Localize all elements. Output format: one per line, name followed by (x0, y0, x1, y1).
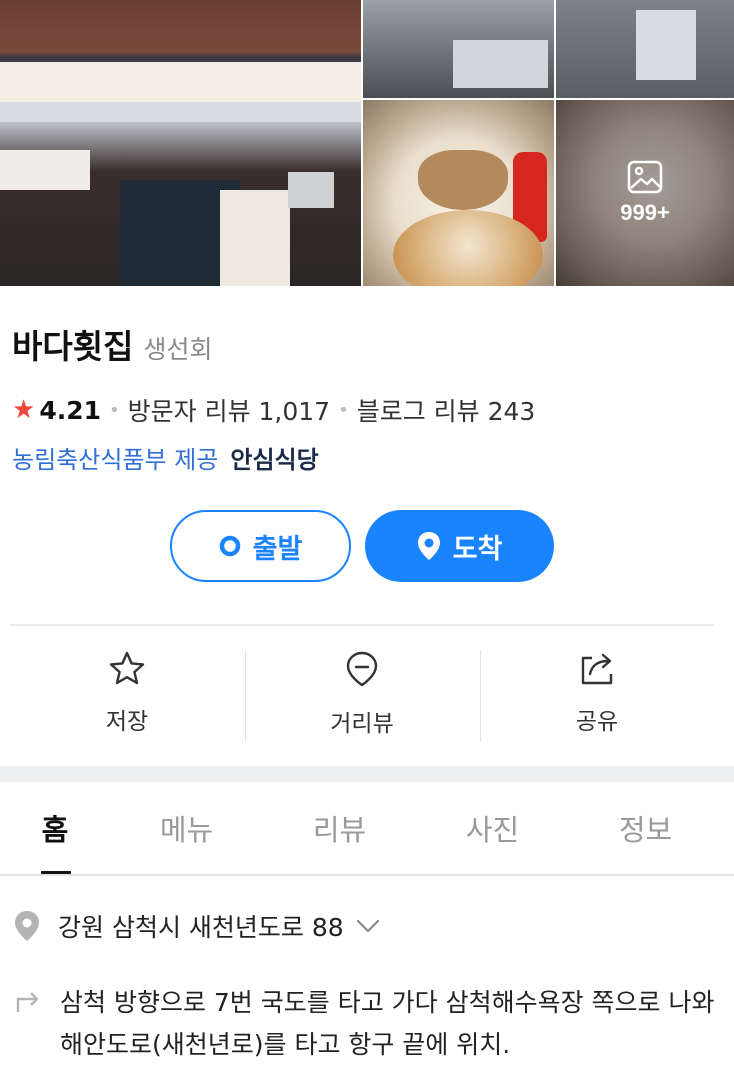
certification-provider[interactable]: 농림축산식품부 제공 (12, 440, 218, 475)
chevron-down-icon (356, 919, 380, 933)
photo-display-case-2[interactable] (556, 0, 734, 98)
location-pin-icon (14, 910, 40, 942)
photo-food-bowl[interactable] (363, 100, 554, 286)
tab-bar: 홈 메뉴 리뷰 사진 정보 (0, 782, 734, 874)
photo-gallery: 999+ (0, 0, 734, 286)
place-header: 바다횟집 생선회 (12, 320, 212, 368)
tab-home[interactable]: 홈 (0, 782, 110, 874)
directions-row: 삼척 방향으로 7번 국도를 타고 가다 삼척해수욕장 쪽으로 나와 해안도로(… (14, 982, 720, 1066)
turn-right-arrow-icon (14, 986, 42, 1014)
tab-reviews[interactable]: 리뷰 (263, 782, 416, 874)
safe-restaurant-badge: 안심식당 (230, 446, 319, 474)
start-route-label: 출발 (252, 533, 303, 565)
share-button[interactable]: 공유 (480, 650, 714, 742)
photo-storefront[interactable] (0, 0, 361, 286)
separator-dot: • (338, 399, 349, 421)
share-label: 공유 (575, 709, 619, 735)
tab-menu[interactable]: 메뉴 (110, 782, 263, 874)
address-row[interactable]: 강원 삼척시 새천년도로 88 (14, 908, 380, 944)
save-button[interactable]: 저장 (10, 650, 244, 742)
map-pin-outline-icon (346, 651, 378, 687)
street-view-button[interactable]: 거리뷰 (245, 650, 479, 742)
directions-text: 삼척 방향으로 7번 국도를 타고 가다 삼척해수욕장 쪽으로 나와 해안도로(… (60, 988, 715, 1059)
separator-dot: • (109, 399, 120, 421)
visitor-reviews-link[interactable]: 방문자 리뷰 1,017 (128, 392, 330, 428)
share-icon (581, 653, 613, 685)
tab-info[interactable]: 정보 (569, 782, 722, 874)
certification-row: 농림축산식품부 제공 안심식당 (12, 440, 319, 475)
photo-count-label: 999+ (620, 200, 670, 225)
start-route-button[interactable]: 출발 (170, 510, 351, 582)
divider (0, 874, 734, 876)
section-separator (0, 766, 734, 782)
rating-row: ★ 4.21 • 방문자 리뷰 1,017 • 블로그 리뷰 243 (12, 392, 535, 428)
address-text: 강원 삼척시 새천년도로 88 (58, 913, 344, 942)
divider (10, 624, 714, 626)
image-icon (627, 160, 663, 194)
save-label: 저장 (105, 709, 149, 735)
place-name: 바다횟집 (12, 327, 134, 366)
star-icon: ★ (12, 395, 36, 425)
blog-reviews-link[interactable]: 블로그 리뷰 243 (357, 392, 536, 428)
arrive-route-button[interactable]: 도착 (365, 510, 554, 582)
arrive-route-label: 도착 (452, 533, 503, 565)
tab-photos[interactable]: 사진 (416, 782, 569, 874)
more-photos-button[interactable]: 999+ (556, 100, 734, 286)
map-pin-icon (417, 531, 441, 561)
place-category: 생선회 (143, 335, 213, 364)
photo-display-case-1[interactable] (363, 0, 554, 98)
star-outline-icon (109, 651, 145, 685)
origin-dot-icon (219, 535, 241, 557)
street-view-label: 거리뷰 (330, 711, 394, 737)
rating-score: 4.21 (39, 395, 101, 425)
